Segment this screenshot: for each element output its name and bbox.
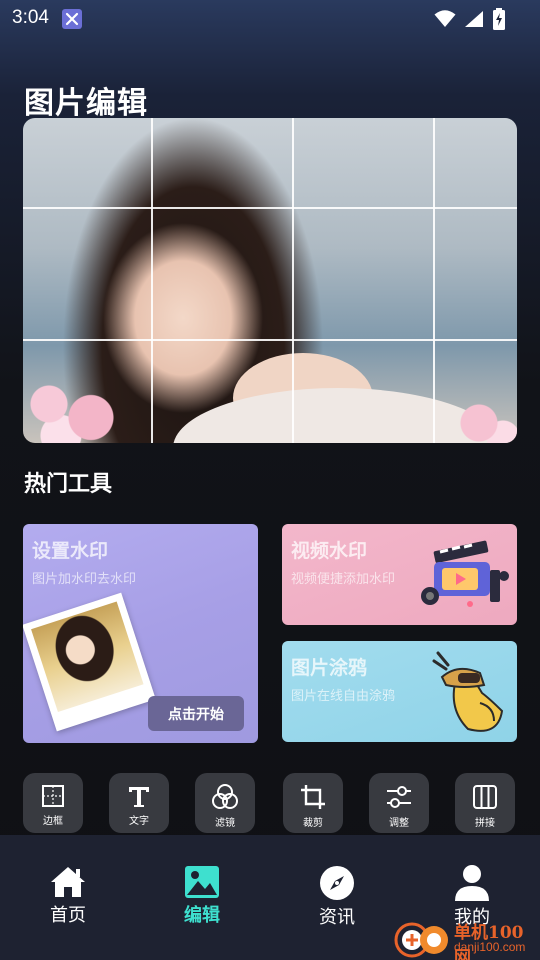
nav-item-edit[interactable]: 编辑: [162, 865, 242, 927]
card-subtitle: 图片在线自由涂鸦: [291, 689, 396, 704]
image-edit-icon: [185, 866, 219, 898]
text-icon: [129, 787, 149, 807]
collage-icon: [473, 785, 497, 809]
grid-line-vertical: [292, 118, 294, 443]
status-bar: 3:04: [0, 0, 540, 38]
card-subtitle: 图片加水印去水印: [32, 572, 137, 587]
site-watermark: 单机100网 danji100.com: [392, 916, 540, 960]
nav-label: 首页: [50, 905, 86, 926]
tool-border[interactable]: 边框: [23, 773, 83, 833]
home-icon: [51, 867, 85, 897]
compass-icon: [320, 866, 354, 900]
card-title: 图片涂鸦: [291, 657, 368, 679]
photo-frame-illustration: [23, 592, 156, 732]
tool-label: 文字: [129, 816, 149, 827]
hero-flowers-left: [23, 368, 133, 443]
battery-charging-icon: [492, 8, 506, 34]
card-set-watermark[interactable]: 设置水印 图片加水印去水印 点击开始: [23, 524, 258, 743]
nav-label: 编辑: [184, 905, 220, 926]
tool-label: 裁剪: [303, 818, 323, 829]
crop-icon: [301, 785, 325, 809]
wifi-icon: [434, 10, 456, 32]
nav-item-news[interactable]: 资讯: [297, 865, 377, 929]
border-icon: [42, 785, 64, 807]
grid-line-vertical: [433, 118, 435, 443]
tool-label: 滤镜: [215, 818, 235, 829]
watermark-line2: danji100.com: [454, 940, 526, 954]
video-clapper-icon: [421, 540, 509, 607]
card-image-graffiti[interactable]: 图片涂鸦 图片在线自由涂鸦: [282, 641, 517, 742]
tool-label: 拼接: [475, 818, 495, 829]
tools-row: 边框 文字 滤镜 裁剪 调整 拼接: [23, 773, 517, 833]
page-title: 图片编辑: [24, 86, 148, 121]
card-title: 设置水印: [32, 540, 109, 562]
tool-crop[interactable]: 裁剪: [283, 773, 343, 833]
tool-adjust[interactable]: 调整: [369, 773, 429, 833]
nav-label: 资讯: [319, 907, 355, 928]
start-button[interactable]: 点击开始: [148, 696, 244, 731]
tool-filter[interactable]: 滤镜: [195, 773, 255, 833]
card-subtitle: 视频便捷添加水印: [291, 572, 396, 587]
adjust-icon: [387, 786, 411, 808]
tool-collage[interactable]: 拼接: [455, 773, 515, 833]
section-title-hot-tools: 热门工具: [24, 472, 113, 497]
filter-icon: [212, 784, 238, 809]
app-notification-icon: [62, 9, 82, 29]
hero-flowers-right: [447, 388, 517, 443]
grid-line-horizontal: [23, 207, 517, 209]
grid-line-vertical: [151, 118, 153, 443]
grid-line-horizontal: [23, 339, 517, 341]
tool-label: 边框: [43, 816, 63, 827]
tool-label: 调整: [389, 818, 409, 829]
card-video-watermark[interactable]: 视频水印 视频便捷添加水印: [282, 524, 517, 625]
hero-image[interactable]: [23, 118, 517, 443]
danji-logo-icon: [394, 922, 448, 958]
status-time: 3:04: [12, 7, 49, 28]
duck-graffiti-icon: [432, 651, 504, 732]
card-title: 视频水印: [291, 540, 368, 562]
signal-icon: [464, 10, 484, 32]
user-icon: [455, 865, 489, 901]
tool-text[interactable]: 文字: [109, 773, 169, 833]
nav-item-home[interactable]: 首页: [28, 865, 108, 927]
